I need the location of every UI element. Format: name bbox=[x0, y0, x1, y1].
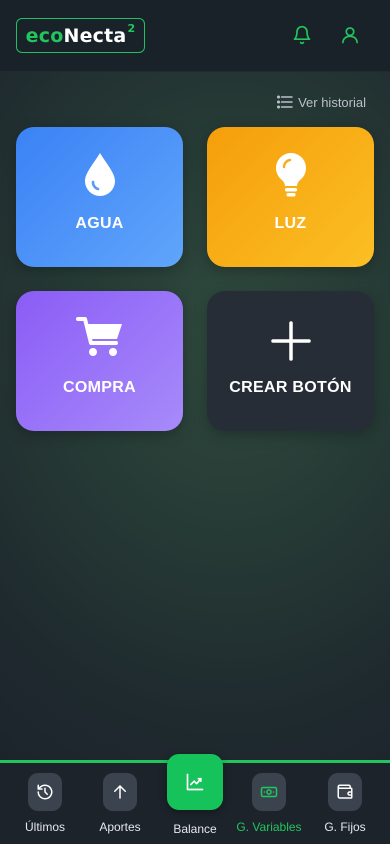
logo-eco: eco bbox=[25, 24, 64, 47]
cart-icon bbox=[75, 317, 122, 356]
bottom-nav: Últimos Aportes Balance G. Variables G. … bbox=[0, 754, 390, 844]
nav-item-aportes[interactable]: Aportes bbox=[80, 773, 160, 834]
water-drop-icon bbox=[84, 153, 115, 196]
nav-label-balance: Balance bbox=[173, 822, 217, 836]
view-history-label: Ver historial bbox=[298, 94, 366, 110]
list-icon bbox=[277, 95, 293, 109]
plus-icon bbox=[270, 321, 311, 361]
nav-button-g-variables[interactable] bbox=[252, 773, 286, 811]
crear-boton-label: CREAR BOTÓN bbox=[229, 379, 352, 396]
nav-item-balance[interactable]: Balance bbox=[155, 754, 235, 836]
user-icon[interactable] bbox=[339, 24, 361, 46]
logo-necta: Necta bbox=[63, 24, 127, 47]
wallet-icon bbox=[337, 784, 353, 799]
crear-boton-card[interactable]: CREAR BOTÓN bbox=[207, 291, 374, 431]
nav-item-g-variables[interactable]: G. Variables bbox=[229, 773, 309, 834]
nav-item-g-fijos[interactable]: G. Fijos bbox=[305, 773, 385, 834]
nav-label-g-fijos: G. Fijos bbox=[324, 820, 366, 834]
nav-label-g-variables: G. Variables bbox=[236, 820, 302, 834]
view-history-link[interactable]: Ver historial bbox=[277, 92, 366, 112]
agua-card[interactable]: AGUA bbox=[16, 127, 183, 267]
history-icon bbox=[37, 784, 53, 800]
luz-label: LUZ bbox=[274, 215, 307, 232]
cash-icon bbox=[260, 786, 278, 798]
app-header: eco Necta 2 bbox=[0, 0, 390, 72]
nav-button-aportes[interactable] bbox=[103, 773, 137, 811]
arrow-up-icon bbox=[114, 785, 126, 799]
luz-card[interactable]: LUZ bbox=[207, 127, 374, 267]
agua-label: AGUA bbox=[75, 215, 124, 232]
nav-label-aportes: Aportes bbox=[99, 820, 141, 834]
nav-button-ultimos[interactable] bbox=[28, 773, 62, 811]
nav-button-g-fijos[interactable] bbox=[328, 773, 362, 811]
compra-label: COMPRA bbox=[63, 379, 136, 396]
bell-icon[interactable] bbox=[291, 24, 313, 46]
nav-label-ultimos: Últimos bbox=[24, 820, 65, 834]
compra-card[interactable]: COMPRA bbox=[16, 291, 183, 431]
nav-item-ultimos[interactable]: Últimos bbox=[5, 773, 85, 834]
logo-sup: 2 bbox=[127, 22, 136, 35]
nav-button-balance[interactable] bbox=[167, 754, 223, 810]
app-logo[interactable]: eco Necta 2 bbox=[16, 18, 145, 53]
chart-icon bbox=[186, 773, 204, 791]
lightbulb-icon bbox=[275, 153, 306, 197]
